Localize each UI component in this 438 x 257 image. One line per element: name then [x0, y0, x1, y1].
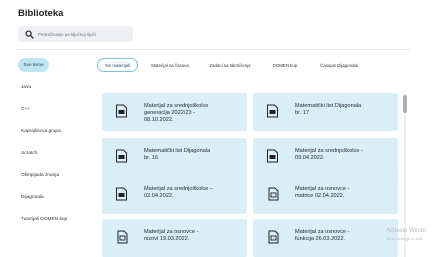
card-title: Materijal za osnovce - funkcija 26.03.202…: [295, 229, 350, 242]
search-input[interactable]: Pretraživanje po ključnoj riječi: [18, 26, 133, 42]
material-card[interactable]: Matematički list Dijagonala br. 17: [253, 93, 398, 131]
card-title: Materijal za osnovce - nizovi 19.03.2022.: [144, 229, 199, 242]
card-title: Materijal za srednjoškolce generacija 202…: [144, 103, 209, 123]
sidebar-item-dijagonala[interactable]: Dijagonala: [18, 190, 44, 204]
document-icon: [268, 230, 279, 244]
material-card[interactable]: Materijal za srednjoškolce generacija 202…: [102, 93, 247, 131]
document-icon: [116, 104, 127, 118]
header-divider: [18, 49, 410, 50]
sidebar-item-java[interactable]: Java: [18, 80, 31, 94]
windows-activation-watermark: Activate Windo Go to Settings to activ: [386, 228, 427, 241]
tab-class-materials[interactable]: Materijal sa časova: [143, 58, 197, 72]
document-icon: [267, 149, 278, 163]
document-icon: [116, 187, 127, 201]
search-icon: [25, 29, 34, 39]
tab-dijagonala-magazine[interactable]: Časopis Dijagonala: [310, 58, 368, 72]
tab-domen-kup[interactable]: DOMEN kup: [265, 58, 305, 72]
sidebar-item-scratch[interactable]: Scratch: [18, 146, 37, 160]
sidebar-item-olimpijada-znanja[interactable]: Olimpijada znanja: [18, 168, 59, 182]
card-title: Materijal za srednjoškolce –02.04.2022.: [144, 186, 214, 199]
tab-all-materials[interactable]: Svi materijali: [97, 58, 138, 72]
document-icon: [116, 149, 127, 163]
card-title: Matematički list Dijagonala br. 17: [295, 103, 362, 116]
sidebar-item-tutorijali-domen-kup[interactable]: Tutorijali DOMEN kup: [18, 212, 67, 226]
sidebar-item-kaprajliceva-grupa[interactable]: Kaprajlićeva grupa: [18, 124, 61, 138]
search-placeholder: Pretraživanje po ključnoj riječi: [38, 31, 96, 37]
document-icon: [117, 230, 128, 244]
sidebar-item-cpp[interactable]: C++: [18, 102, 30, 116]
material-card[interactable]: Materijal za srednjoškolce –02.04.2022.: [102, 176, 247, 214]
material-card[interactable]: Materijal za srednjoškolce -09.04.2022.: [253, 138, 398, 176]
sidebar-item-all-topics[interactable]: Sve teme: [18, 58, 49, 72]
scrollbar-thumb[interactable]: [403, 95, 407, 113]
card-title: Matematički list Dijagonala br. 16: [144, 148, 211, 161]
document-icon: [267, 104, 278, 118]
tab-competition-tasks[interactable]: Zadaci sa takmičenja: [201, 58, 259, 72]
material-card[interactable]: Materijal za osnovce - funkcija 26.03.202…: [253, 219, 398, 257]
card-title: Materijal za srednjoškolce -09.04.2022.: [295, 148, 363, 161]
card-title: Materijal za osnovce - matrice 02.04.2022…: [295, 186, 350, 199]
document-icon: [268, 187, 279, 201]
page-title: Biblioteka: [18, 8, 64, 19]
material-card[interactable]: Materijal za osnovce - nizovi 19.03.2022.: [102, 219, 247, 257]
material-card[interactable]: Materijal za osnovce - matrice 02.04.2022…: [253, 176, 398, 214]
material-card[interactable]: Matematički list Dijagonala br. 16: [102, 138, 247, 176]
